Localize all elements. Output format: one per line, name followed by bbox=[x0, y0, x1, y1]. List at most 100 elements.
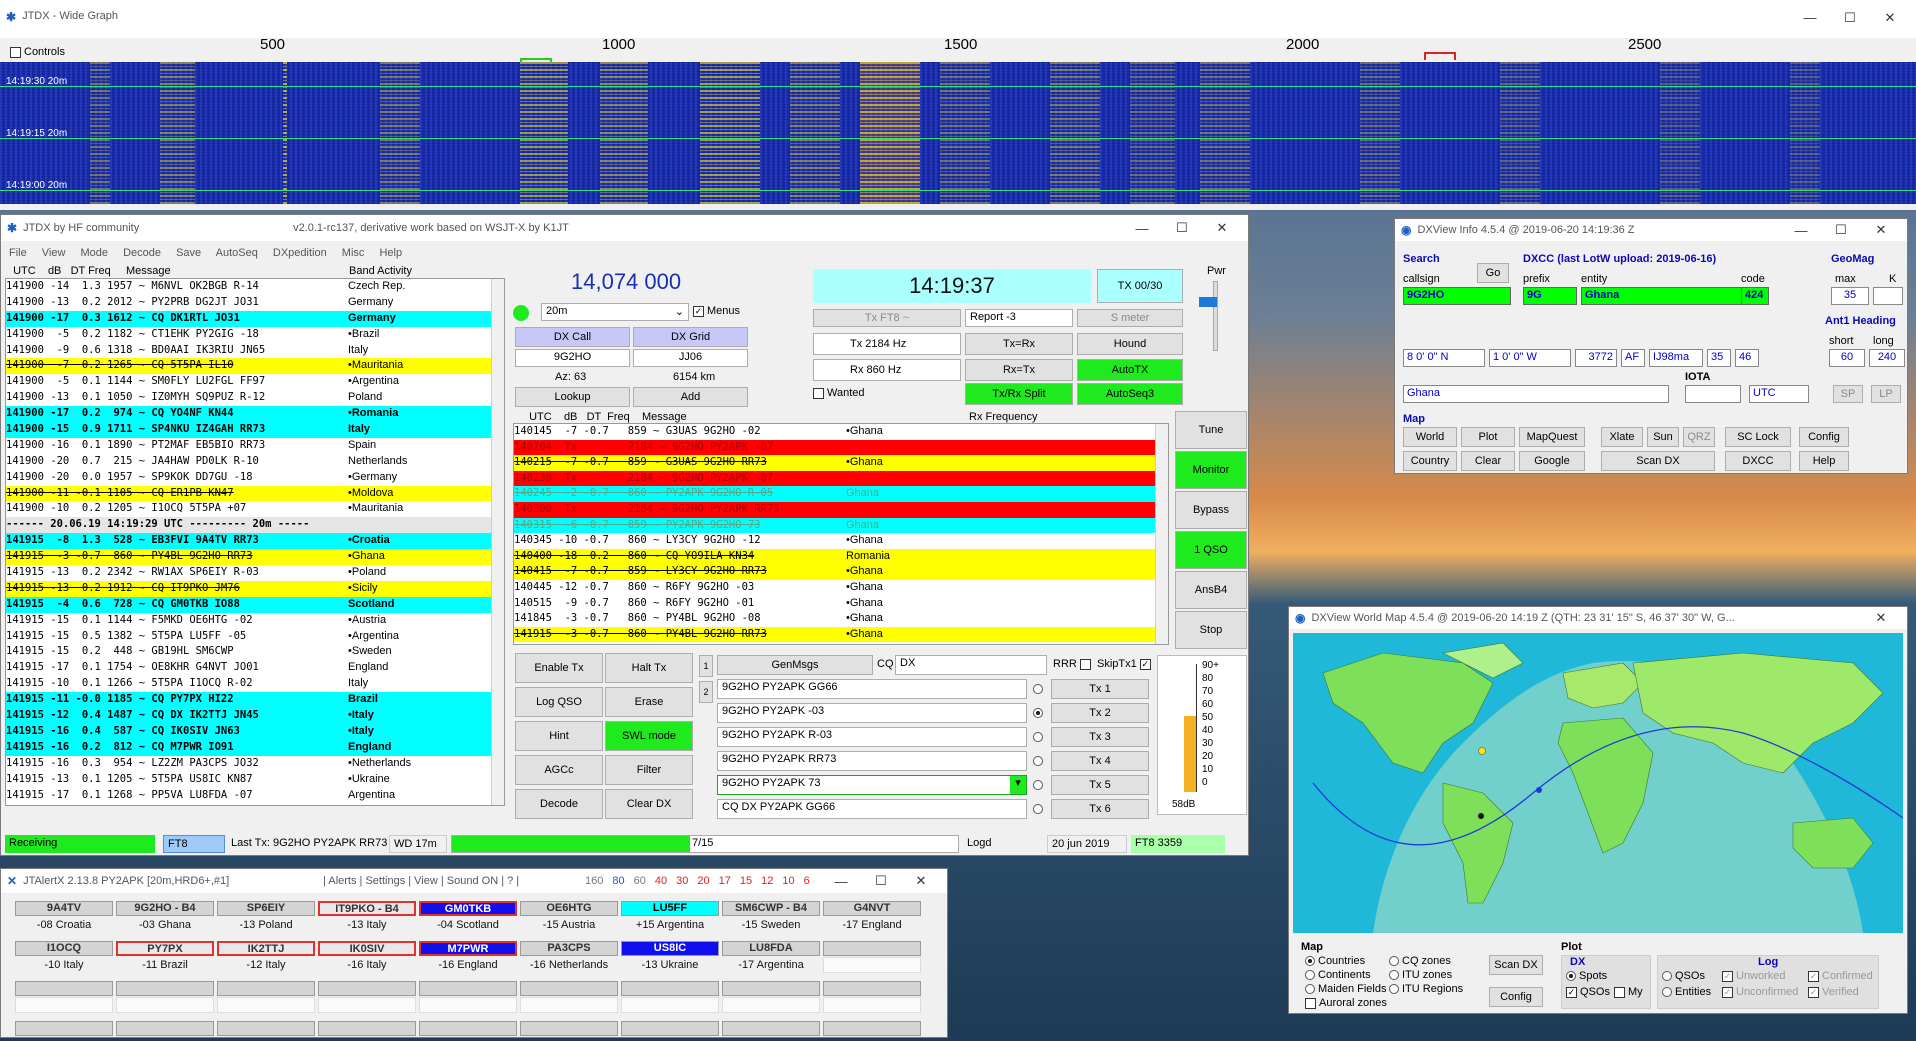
band-activity-row[interactable]: 141900 -5 0.2 1182 ~ CT1EHK PY2GIG -18 •B… bbox=[6, 327, 504, 343]
radio-icon[interactable] bbox=[1389, 956, 1399, 967]
filter-button[interactable]: Filter bbox=[605, 755, 693, 785]
qsos-checkbox[interactable]: ✓ QSOs bbox=[1566, 986, 1610, 998]
band-activity-row[interactable]: 141900 -13 0.1 1050 ~ IZ0MYH SQ9PUZ R-12… bbox=[6, 390, 504, 406]
menu-save[interactable]: Save bbox=[176, 247, 201, 259]
callsign-cell[interactable] bbox=[116, 1021, 214, 1036]
tx3-message-input[interactable]: 9G2HO PY2APK R-03 bbox=[717, 727, 1027, 747]
cq-zones-radio[interactable]: CQ zones bbox=[1389, 955, 1451, 967]
halt-tx-button[interactable]: Halt Tx bbox=[605, 653, 693, 683]
band-activity-row[interactable]: 141915 -15 0.5 1382 ~ 5T5PA LU5FF -05 •Ar… bbox=[6, 629, 504, 645]
callsign-cell[interactable] bbox=[823, 1021, 921, 1036]
band-activity-row[interactable]: 141915 -16 0.3 954 ~ LZ2ZM PA3CPS JO32 •N… bbox=[6, 756, 504, 772]
callsign-cell[interactable] bbox=[419, 1021, 517, 1036]
band-activity-row[interactable]: 141915 -17 0.1 1268 ~ PP5VA LU8FDA -07 Ar… bbox=[6, 788, 504, 804]
callsign-cell[interactable]: M7PWR bbox=[419, 941, 517, 956]
tx6-button[interactable]: Tx 6 bbox=[1051, 799, 1149, 819]
agcc-button[interactable]: AGCc bbox=[515, 755, 603, 785]
mapquest-button[interactable]: MapQuest bbox=[1519, 427, 1585, 447]
dxview-info-titlebar[interactable]: ◉ DXView Info 4.5.4 @ 2019-06-20 14:19:3… bbox=[1395, 219, 1907, 241]
band-activity-row[interactable]: 141915 -12 0.4 1487 ~ CQ DX IK2TTJ JN45 •… bbox=[6, 708, 504, 724]
tx2-message-input[interactable]: 9G2HO PY2APK -03 bbox=[717, 703, 1027, 723]
band-activity-row[interactable]: 141900 -5 0.1 1144 ~ SM0FLY LU2FGL FF97 •… bbox=[6, 374, 504, 390]
tx4-message-input[interactable]: 9G2HO PY2APK RR73 bbox=[717, 751, 1027, 771]
band-activity-row[interactable]: 141900 -13 0.2 2012 ~ PY2PRB DG2JT JO31 G… bbox=[6, 295, 504, 311]
itu-regions-radio[interactable]: ITU Regions bbox=[1389, 983, 1463, 995]
tx-frequency-spinner[interactable]: Tx 2184 Hz bbox=[813, 333, 961, 355]
callsign-cell[interactable]: IT9PKO - B4 bbox=[318, 901, 416, 916]
menu-decode[interactable]: Decode bbox=[123, 247, 161, 259]
rx-frequency-row[interactable]: 140215 -7 -0.7 859 ~ G3UAS 9G2HO RR73 •Gh… bbox=[514, 455, 1168, 471]
waterfall-display[interactable]: 14:19:30 20m 14:19:15 20m 14:19:00 20m bbox=[0, 62, 1916, 204]
tab-2[interactable]: 2 bbox=[699, 681, 713, 703]
callsign-cell[interactable] bbox=[722, 1021, 820, 1036]
report-spinner[interactable]: Report -3 bbox=[965, 309, 1073, 327]
tab-1[interactable]: 1 bbox=[699, 655, 713, 677]
rx-frequency-row[interactable]: 140400 -18 0.2 860 ~ CQ YO9ILA KN34 Roman… bbox=[514, 548, 1168, 565]
rx-frequency-row[interactable]: 140445 -12 -0.7 860 ~ R6FY 9G2HO -03 •Gha… bbox=[514, 580, 1168, 596]
clear-dx-button[interactable]: Clear DX bbox=[605, 789, 693, 819]
monitor-button[interactable]: Monitor bbox=[1175, 451, 1247, 489]
sun-button[interactable]: Sun bbox=[1647, 427, 1679, 447]
callsign-cell[interactable]: US8IC bbox=[621, 941, 719, 956]
iota-select[interactable] bbox=[1685, 385, 1741, 403]
band-activity-row[interactable]: 141900 -10 0.2 1205 ~ I1OCQ 5T5PA +07 •Ma… bbox=[6, 501, 504, 517]
tx1-message-input[interactable]: 9G2HO PY2APK GG66 bbox=[717, 679, 1027, 699]
radio-icon[interactable] bbox=[1389, 970, 1399, 981]
callsign-cell[interactable]: LU8FDA bbox=[722, 941, 820, 956]
band-activity-row[interactable]: 141915 -13 0.1 1205 ~ 5T5PA US8IC KN87 •U… bbox=[6, 772, 504, 788]
prefix-select[interactable]: 9G bbox=[1523, 287, 1577, 305]
dx-call-button[interactable]: DX Call bbox=[515, 327, 630, 347]
maximize-icon[interactable]: ☐ bbox=[861, 873, 901, 889]
band-activity-row[interactable]: 141915 -10 0.1 1266 ~ 5T5PA I1OCQ R-02 It… bbox=[6, 676, 504, 692]
callsign-input[interactable]: 9G2HO bbox=[1403, 287, 1511, 305]
callsign-cell[interactable]: G4NVT bbox=[823, 901, 921, 916]
band-activity-row[interactable]: 141915 -16 0.2 812 ~ CQ M7PWR IO91 Englan… bbox=[6, 739, 504, 756]
spots-radio[interactable]: Spots bbox=[1566, 970, 1607, 982]
radio-icon[interactable] bbox=[1305, 984, 1315, 995]
dx-grid-button[interactable]: DX Grid bbox=[633, 327, 748, 347]
tx6-radio[interactable] bbox=[1033, 804, 1043, 814]
enable-tx-button[interactable]: Enable Tx bbox=[515, 653, 603, 683]
clear-button[interactable]: Clear bbox=[1461, 451, 1515, 471]
itu-zones-radio[interactable]: ITU zones bbox=[1389, 969, 1452, 981]
callsign-cell[interactable]: GM0TKB bbox=[419, 901, 517, 916]
menu-mode[interactable]: Mode bbox=[81, 247, 109, 259]
unconfirmed-checkbox[interactable]: ✓ Unconfirmed bbox=[1722, 986, 1798, 998]
callsign-cell[interactable]: 9G2HO - B4 bbox=[116, 901, 214, 916]
maximize-icon[interactable]: ☐ bbox=[1821, 222, 1861, 238]
band-activity-row[interactable]: 141915 -13 0.2 1912 ~ CQ IT9PKO JM76 •Sic… bbox=[6, 580, 504, 597]
band-activity-row[interactable]: 141915 -13 0.2 2342 ~ RW1AX SP6EIY R-03 •… bbox=[6, 565, 504, 581]
autoseq3-button[interactable]: AutoSeq3 bbox=[1077, 383, 1183, 405]
close-icon[interactable]: ✕ bbox=[1861, 222, 1901, 238]
band-activity-row[interactable]: 141915 -8 1.3 528 ~ EB3FVI 9A4TV RR73 •Cr… bbox=[6, 533, 504, 550]
tx2-radio[interactable] bbox=[1033, 708, 1043, 718]
rx-frequency-row[interactable]: 140345 -10 -0.7 860 ~ LY3CY 9G2HO -12 •Gh… bbox=[514, 533, 1168, 549]
minimize-icon[interactable]: — bbox=[1790, 10, 1830, 25]
callsign-cell[interactable]: PY7PX bbox=[116, 941, 214, 956]
sp-button[interactable]: SP bbox=[1833, 385, 1863, 403]
swl-mode-button[interactable]: SWL mode bbox=[605, 721, 693, 751]
config-button[interactable]: Config bbox=[1799, 427, 1849, 447]
callsign-cell[interactable]: 9A4TV bbox=[15, 901, 113, 916]
tx3-button[interactable]: Tx 3 bbox=[1051, 727, 1149, 747]
wanted-checkbox[interactable]: Wanted bbox=[813, 387, 865, 399]
band-activity-row[interactable]: 141900 -20 0.7 215 ~ JA4HAW PD0LK R-10 Ne… bbox=[6, 454, 504, 470]
dx-grid-input[interactable]: JJ06 bbox=[633, 349, 748, 367]
google-button[interactable]: Google bbox=[1519, 451, 1585, 471]
menus-checkbox[interactable]: ✓ Menus bbox=[693, 305, 740, 317]
callsign-cell[interactable]: OE6HTG bbox=[520, 901, 618, 916]
menu-autoseq[interactable]: AutoSeq bbox=[216, 247, 258, 259]
rx-frequency-row[interactable]: 140415 -7 -0.7 859 ~ LY3CY 9G2HO RR73 •Gh… bbox=[514, 564, 1168, 580]
band-activity-row[interactable]: 141900 -14 1.3 1957 ~ M6NVL OK2BGB R-14 C… bbox=[6, 279, 504, 295]
dxcc-button[interactable]: DXCC bbox=[1725, 451, 1791, 471]
band-activity-row[interactable]: 141915 -4 0.6 728 ~ CQ GM0TKB IO88 Scotla… bbox=[6, 596, 504, 613]
tune-button[interactable]: Tune bbox=[1175, 411, 1247, 449]
scan-dx-button[interactable]: Scan DX bbox=[1601, 451, 1715, 471]
controls-check-icon[interactable] bbox=[10, 46, 21, 58]
callsign-cell[interactable]: PA3CPS bbox=[520, 941, 618, 956]
band-activity-row[interactable]: 141915 -16 0.4 587 ~ CQ IK0SIV JN63 •Ital… bbox=[6, 723, 504, 740]
qrz-button[interactable]: QRZ bbox=[1683, 427, 1715, 447]
radio-icon[interactable] bbox=[1662, 971, 1672, 982]
rx-eq-tx-button[interactable]: Rx=Tx bbox=[965, 359, 1073, 381]
verified-checkbox[interactable]: ✓ Verified bbox=[1808, 986, 1859, 998]
